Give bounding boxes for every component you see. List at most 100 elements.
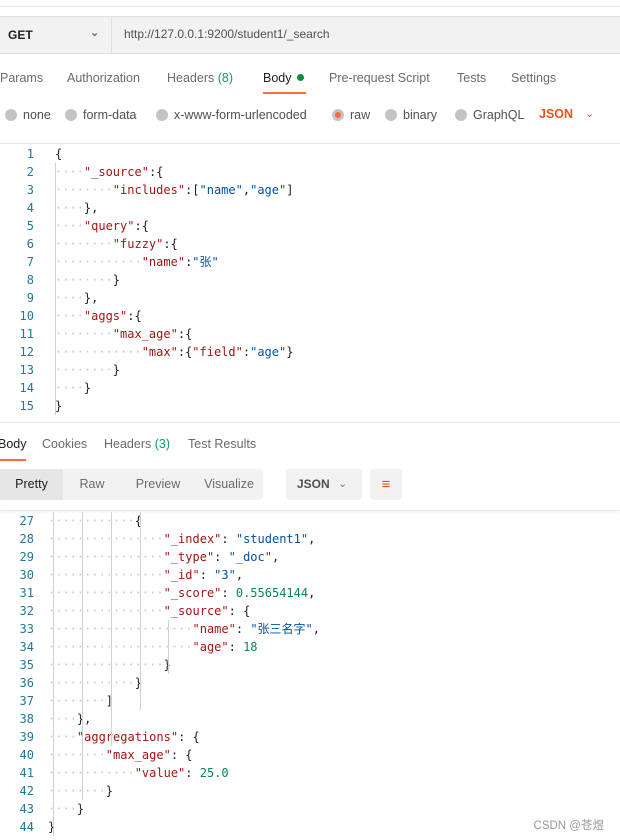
token: "age" [192,640,229,654]
token: :{ [148,165,164,179]
token: 25.0 [199,766,229,780]
line-content: ········} [55,271,120,289]
tab-authorization[interactable]: Authorization [67,71,140,85]
response-body-viewer[interactable]: 27 ············{28 ················"_index… [0,512,620,836]
line-number: 27 [19,514,34,528]
radio-label: form-data [83,108,137,122]
active-tab-underline [0,459,26,461]
line-content: ················"_index": "student1", [48,530,315,548]
token: } [112,363,121,377]
divider [0,510,620,511]
token: "student1" [235,532,309,546]
tab-params[interactable]: Params [0,71,43,85]
response-tab-headers[interactable]: Headers (3) [104,437,170,451]
view-visualize[interactable]: Visualize [195,469,263,500]
code-line: 41 ············"value": 25.0 [0,764,620,782]
indent-guide: ········ [48,784,106,798]
code-line: 31 ················"_score": 0.55654144, [0,584,620,602]
line-content: ····"_source":{ [55,163,163,181]
line-content: } [55,397,62,415]
token: : [199,568,215,582]
tab-settings[interactable]: Settings [511,71,556,85]
token: } [48,820,56,834]
token: { [55,147,63,161]
code-line: 36 ············} [0,674,620,692]
line-content: } [48,818,55,836]
token: ] [286,183,294,197]
view-raw[interactable]: Raw [63,469,121,500]
line-number: 2 [26,165,34,179]
code-line: 13 ········} [0,361,620,379]
radio-button-icon [156,109,168,121]
radio-raw[interactable]: raw [332,108,370,122]
radio-binary[interactable]: binary [385,108,437,122]
line-number: 40 [19,748,34,762]
radio-none[interactable]: none [5,108,51,122]
tab-count: (8) [214,71,233,85]
indent-guide: ················ [48,568,164,582]
line-number: 35 [19,658,34,672]
line-content: ····}, [48,710,91,728]
code-line: 30 ················"_id": "3", [0,566,620,584]
tab-headers[interactable]: Headers (8) [167,71,233,85]
indent-guide: ···· [55,219,84,233]
tab-label: Test Results [188,437,257,451]
line-content: ········} [48,782,113,800]
token: :[ [185,183,200,197]
code-line: 3 ········"includes":["name","age"] [0,181,620,199]
indent-guide: ···· [55,309,84,323]
radio-GraphQL[interactable]: GraphQL [455,108,524,122]
tab-body[interactable]: Body [263,71,304,85]
token: : { [170,748,193,762]
code-line: 12 ············"max":{"field":"age"} [0,343,620,361]
view-preview[interactable]: Preview [121,469,195,500]
line-number: 7 [26,255,34,269]
code-line: 29 ················"_type": "_doc", [0,548,620,566]
wrap-lines-icon[interactable]: ≡ [370,469,402,500]
chevron-down-icon[interactable]: ⌄ [585,107,594,120]
code-line: 43 ····} [0,800,620,818]
raw-format-select[interactable]: JSON [539,107,573,121]
indent-guide: ············ [48,514,135,528]
code-line: 10 ····"aggs":{ [0,307,620,325]
token: , [271,550,280,564]
indent-guide: ···· [55,291,84,305]
token: "aggregations" [76,730,179,744]
response-tab-cookies[interactable]: Cookies [42,437,87,451]
indent-guide: ········ [48,694,106,708]
tab-tests[interactable]: Tests [457,71,486,85]
line-number: 11 [19,327,34,341]
url-input[interactable]: http://127.0.0.1:9200/student1/_search [124,27,330,41]
indent-guide: ···· [55,165,84,179]
response-format-select[interactable]: JSON ⌄ [286,469,362,500]
token: :{ [134,219,149,233]
tab-pre-request-script[interactable]: Pre-request Script [329,71,430,85]
line-content: ················} [48,656,171,674]
indent-guide-line [111,512,112,746]
code-line: 40 ········"max_age": { [0,746,620,764]
line-number: 10 [19,309,34,323]
line-content: ················"_id": "3", [48,566,243,584]
token: , [308,586,316,600]
indent-guide: ···· [55,201,84,215]
response-tab-body[interactable]: Body [0,437,27,451]
token: "aggs" [83,309,128,323]
view-pretty[interactable]: Pretty [0,469,63,500]
token: "query" [83,219,135,233]
indent-guide: ········ [55,183,113,197]
code-line: 37 ········] [0,692,620,710]
line-number: 43 [19,802,34,816]
line-number: 42 [19,784,34,798]
token: "max_age" [112,327,178,341]
token: "3" [214,568,236,582]
indent-guide-line [53,512,54,836]
token: }, [83,291,99,305]
indent-guide: ········ [48,748,106,762]
code-line: 39 ····"aggregations": { [0,728,620,746]
request-body-editor[interactable]: 1{2 ····"_source":{3 ········"includes":["… [0,145,620,415]
radio-form-data[interactable]: form-data [65,108,137,122]
method-select[interactable]: GET ⌄ [0,17,112,53]
radio-x-www-form-urlencoded[interactable]: x-www-form-urlencoded [156,108,307,122]
response-tab-test-results[interactable]: Test Results [188,437,256,451]
tab-count: (3) [151,437,170,451]
